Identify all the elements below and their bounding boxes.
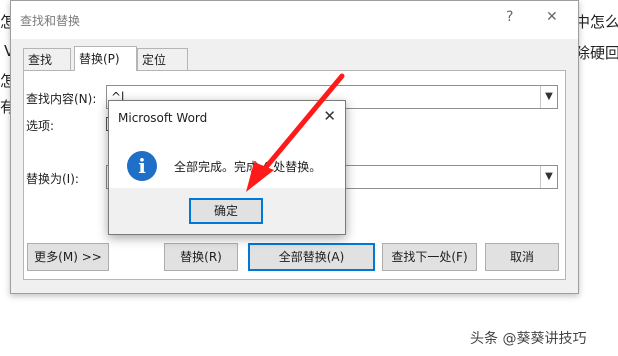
annotation-arrow — [246, 73, 345, 192]
arrow-shaft — [259, 73, 345, 175]
